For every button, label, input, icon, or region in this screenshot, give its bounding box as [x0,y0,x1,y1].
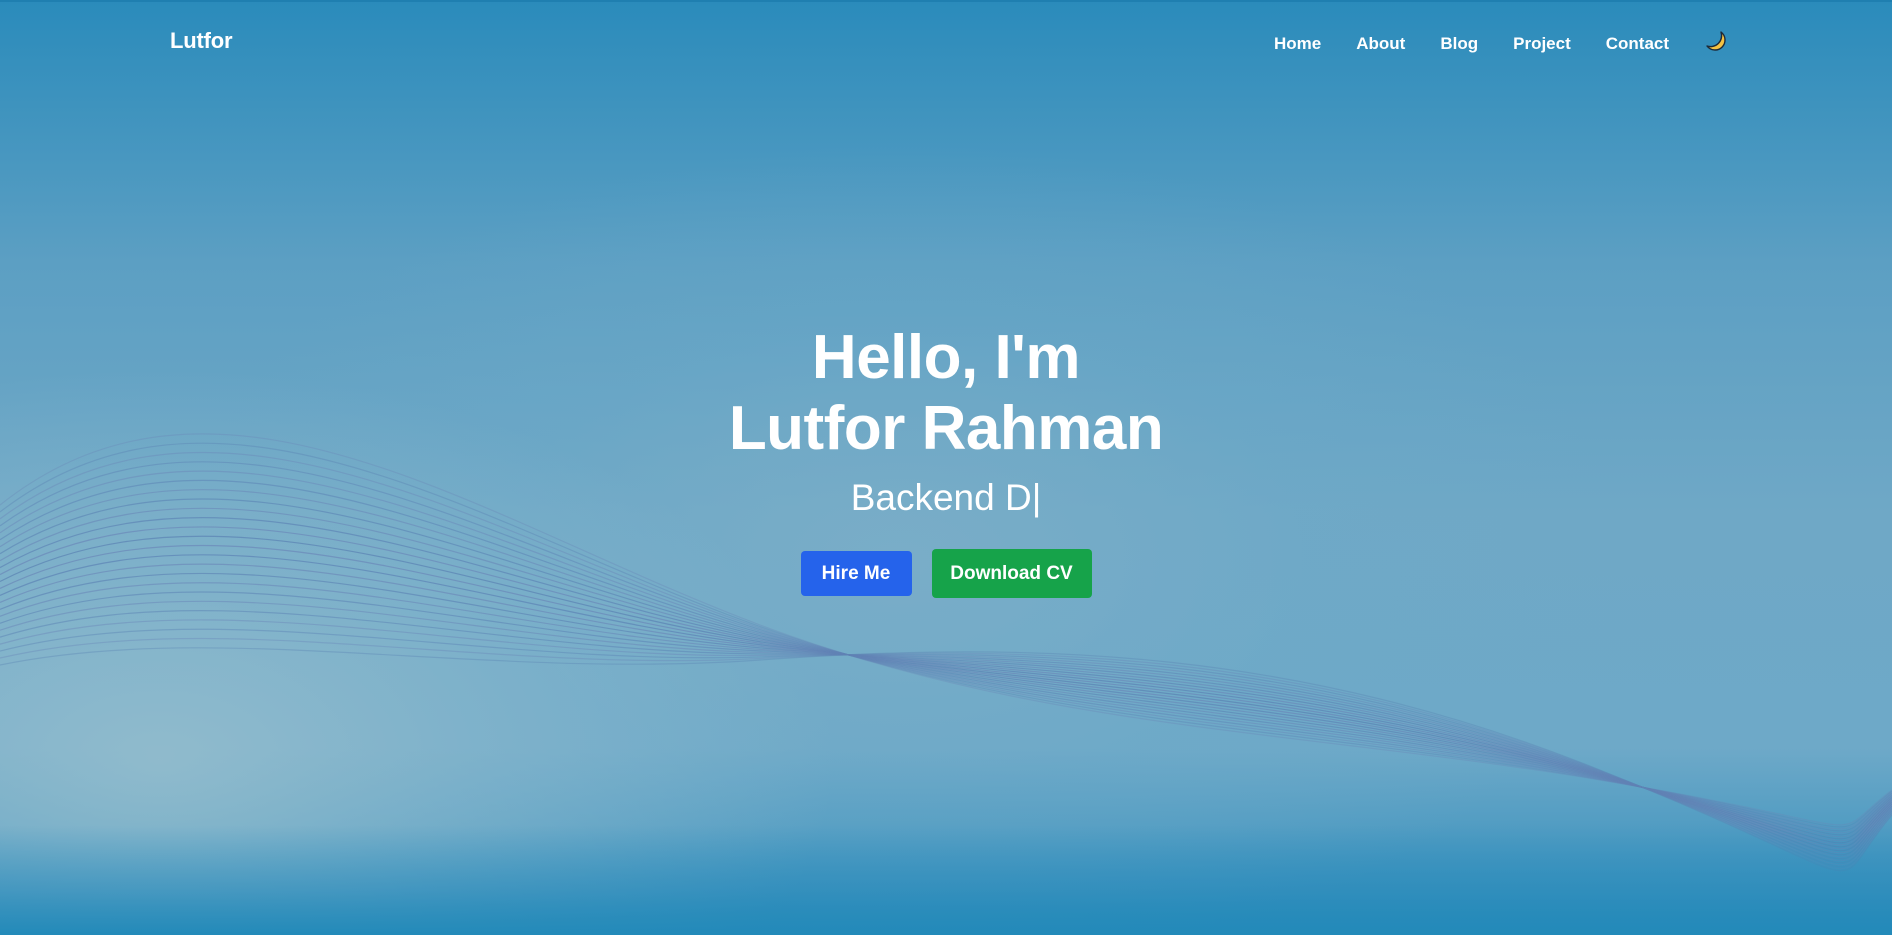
hero-role: Backend D| [0,474,1892,522]
nav-links: Home About Blog Project Contact [1274,29,1730,55]
navbar: Lutfor Home About Blog Project Contact [0,0,1892,86]
hero-content: Hello, I'm Lutfor Rahman Backend D| Hire… [0,322,1892,598]
nav-about[interactable]: About [1356,34,1405,54]
wave-line [0,582,1892,858]
hero-name: Lutfor Rahman [728,394,1164,463]
wave-line [0,563,1892,854]
hero-greeting: Hello, I'm [811,323,1081,392]
nav-project[interactable]: Project [1513,34,1571,54]
bottom-shade [0,825,1892,935]
typed-role-text: Backend D [850,477,1032,518]
nav-blog[interactable]: Blog [1440,34,1478,54]
brand-logo[interactable]: Lutfor [170,28,233,54]
nav-contact[interactable]: Contact [1606,34,1669,54]
download-cv-button[interactable]: Download CV [931,549,1092,598]
typing-cursor: | [1031,477,1042,518]
hero-buttons: Hire Me Download CV [0,549,1892,598]
wave-line [0,554,1892,852]
moon-icon[interactable] [1704,29,1730,55]
wave-line [0,572,1892,856]
hire-me-button[interactable]: Hire Me [800,551,912,596]
nav-home[interactable]: Home [1274,34,1321,54]
